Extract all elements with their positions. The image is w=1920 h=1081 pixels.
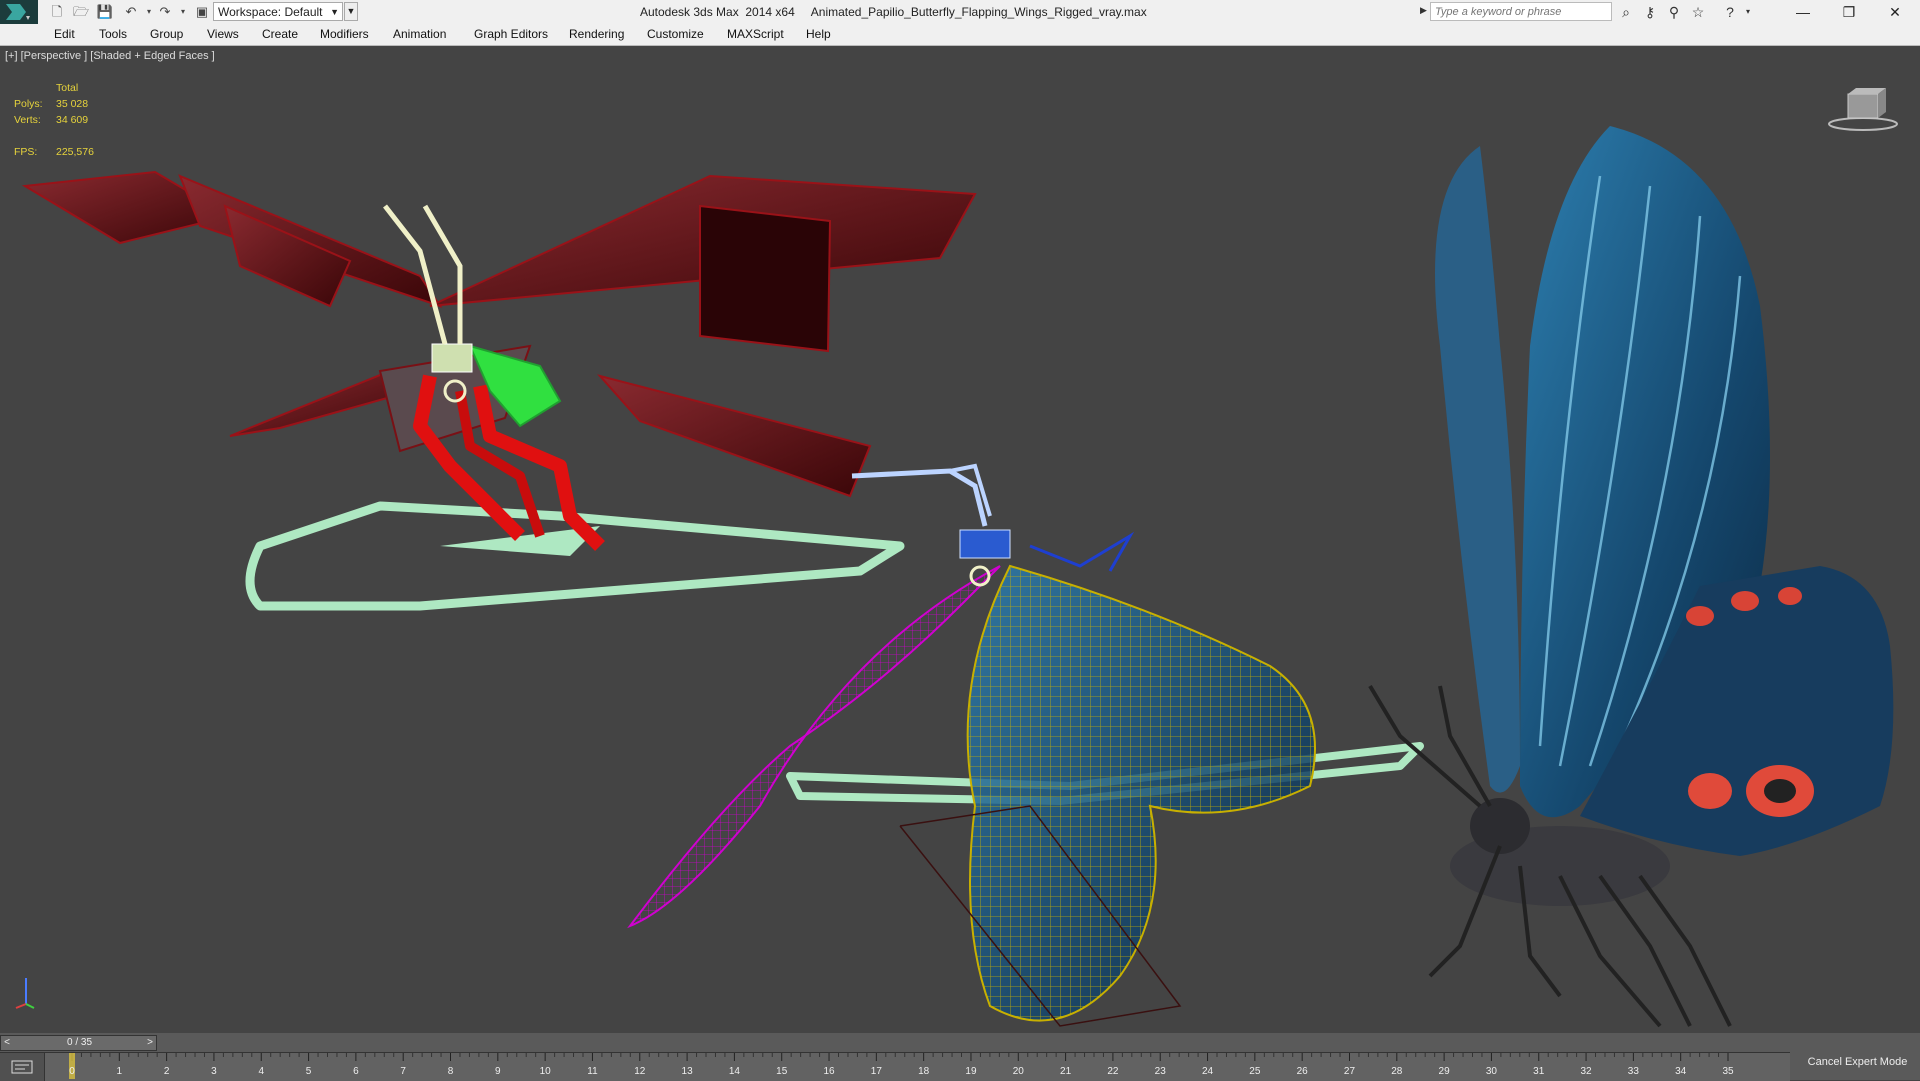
- favorites-star-icon[interactable]: ☆: [1688, 2, 1708, 22]
- menu-create[interactable]: Create: [262, 27, 298, 41]
- menu-help[interactable]: Help: [806, 27, 831, 41]
- time-next-arrow[interactable]: >: [144, 1036, 156, 1050]
- timeline-tick-label: 18: [918, 1066, 930, 1077]
- time-slider-value: 0 / 35: [66, 1037, 93, 1048]
- timeline-tick-label: 8: [447, 1066, 454, 1077]
- rendered-butterfly[interactable]: [1368, 126, 1894, 1028]
- timeline-tick-label: 7: [400, 1066, 406, 1077]
- help-icon[interactable]: ?: [1720, 2, 1740, 22]
- restore-button[interactable]: ❐: [1826, 0, 1872, 24]
- timeline-tick-label: 15: [776, 1066, 788, 1077]
- timeline-tick-label: 21: [1060, 1066, 1072, 1077]
- timeline-area: < 0 / 35 > 0 1 2 3 4 5 6 7 8 9 10 11 12 13 14 15 16 17 18 1…: [0, 1033, 1920, 1081]
- menu-rendering[interactable]: Rendering: [569, 27, 624, 41]
- open-folder-icon[interactable]: 🗁: [72, 3, 90, 21]
- menu-views[interactable]: Views: [207, 27, 239, 41]
- menu-maxscript[interactable]: MAXScript: [727, 27, 784, 41]
- timeline-tick-label: 23: [1154, 1066, 1166, 1077]
- binoculars-icon[interactable]: ⌕: [1616, 2, 1636, 22]
- timeline-tick-label: 12: [634, 1066, 646, 1077]
- workspace-dropdown[interactable]: Workspace: Default ▼: [213, 2, 343, 21]
- timeline-tick-label: 4: [258, 1066, 265, 1077]
- help-dropdown-icon[interactable]: ▾: [1738, 2, 1758, 22]
- close-button[interactable]: ✕: [1872, 0, 1918, 24]
- timeline-tick-label: 35: [1722, 1066, 1734, 1077]
- menu-bar: Edit Tools Group Views Create Modifiers …: [0, 24, 1920, 46]
- save-icon[interactable]: 💾: [96, 3, 114, 21]
- subscription-key-icon[interactable]: ⚷: [1640, 2, 1660, 22]
- scene-render: [21, 126, 1894, 1028]
- timeline-tick-label: 11: [587, 1066, 598, 1077]
- menu-animation[interactable]: Animation: [393, 27, 446, 41]
- track-bar[interactable]: 0 1 2 3 4 5 6 7 8 9 10 11 12 13 14 15 16 17 18 19 20 21 22 23 24…: [0, 1052, 1790, 1081]
- window-title: Autodesk 3ds Max 2014 x64 Animated_Papil…: [640, 5, 1147, 19]
- perspective-viewport[interactable]: [+] [Perspective ] [Shaded + Edged Faces…: [0, 46, 1920, 1033]
- menu-tools[interactable]: Tools: [99, 27, 127, 41]
- search-input[interactable]: [1430, 2, 1612, 21]
- menu-graph-editors[interactable]: Graph Editors: [474, 27, 548, 41]
- timeline-tick-label: 16: [823, 1066, 835, 1077]
- timeline-tick-label: 33: [1627, 1066, 1639, 1077]
- minimize-button[interactable]: —: [1780, 0, 1826, 24]
- timeline-tick-label: 34: [1675, 1066, 1687, 1077]
- wireframe-butterfly[interactable]: [627, 463, 1424, 1027]
- timeline-ticks: [69, 1053, 1729, 1079]
- timeline-tick-label: 1: [116, 1066, 123, 1077]
- menu-edit[interactable]: Edit: [54, 27, 75, 41]
- timeline-tick-label: 5: [305, 1066, 312, 1077]
- title-bar: 🗋 🗁 💾 ↶ ▾ ↷ ▾ ▣ Workspace: Default ▼ ▼ A…: [0, 0, 1920, 25]
- menu-modifiers[interactable]: Modifiers: [320, 27, 369, 41]
- redo-icon[interactable]: ↷: [156, 3, 174, 21]
- timeline-tick-label: 0: [69, 1066, 75, 1077]
- menu-customize[interactable]: Customize: [647, 27, 704, 41]
- max-logo-icon: [6, 4, 30, 20]
- cancel-expert-mode-button[interactable]: Cancel Expert Mode: [1795, 1048, 1920, 1076]
- timeline-tick-label: 2: [163, 1066, 170, 1077]
- redo-dropdown-icon[interactable]: ▾: [174, 3, 192, 21]
- communication-center-icon[interactable]: ⚲: [1664, 2, 1684, 22]
- timeline-tick-label: 30: [1485, 1066, 1497, 1077]
- timeline-tick-label: 32: [1580, 1066, 1592, 1077]
- project-folder-icon[interactable]: ▣: [193, 3, 211, 21]
- timeline-tick-label: 24: [1201, 1066, 1214, 1077]
- timeline-tick-label: 17: [870, 1066, 882, 1077]
- rig-control-butterfly[interactable]: [21, 170, 977, 611]
- timeline-tick-label: 29: [1438, 1066, 1450, 1077]
- timeline-tick-label: 25: [1249, 1066, 1261, 1077]
- timeline-tick-label: 9: [495, 1066, 501, 1077]
- timeline-tick-label: 10: [539, 1066, 551, 1077]
- timeline-tick-label: 13: [681, 1066, 693, 1077]
- timeline-tick-label: 6: [353, 1066, 359, 1077]
- timeline-tick-label: 14: [728, 1066, 740, 1077]
- workspace-label: Workspace: Default: [218, 5, 323, 19]
- menu-group[interactable]: Group: [150, 27, 183, 41]
- viewcube-icon[interactable]: [1826, 86, 1900, 134]
- new-file-icon[interactable]: 🗋: [48, 3, 66, 21]
- timeline-tick-label: 26: [1296, 1066, 1308, 1077]
- chevron-down-icon: ▼: [330, 7, 339, 17]
- timeline-tick-label: 28: [1391, 1066, 1403, 1077]
- quick-access-menu-button[interactable]: ▼: [344, 2, 358, 21]
- timeline-tick-label: 3: [211, 1066, 217, 1077]
- undo-icon[interactable]: ↶: [122, 3, 140, 21]
- app-menu-button[interactable]: [0, 0, 38, 24]
- timeline-tick-label: 19: [965, 1066, 977, 1077]
- timeline-tick-label: 31: [1533, 1066, 1545, 1077]
- time-slider[interactable]: < 0 / 35 >: [0, 1035, 157, 1051]
- timeline-tick-label: 22: [1107, 1066, 1119, 1077]
- search-expand-icon[interactable]: ▶: [1420, 5, 1427, 16]
- timeline-tick-label: 20: [1012, 1066, 1024, 1077]
- timeline-tick-label: 27: [1343, 1066, 1356, 1077]
- axis-tripod-icon: [15, 978, 35, 1009]
